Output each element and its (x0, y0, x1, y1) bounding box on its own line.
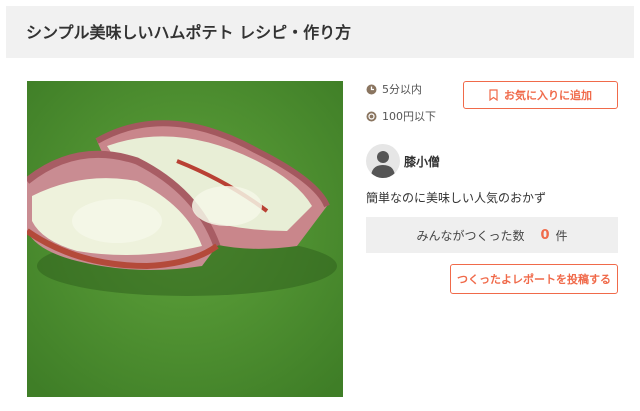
post-report-button[interactable]: つくったよレポートを投稿する (450, 264, 618, 294)
author[interactable]: 膝小僧 (366, 144, 440, 178)
made-count-unit: 件 (555, 228, 568, 243)
page-title: シンプル美味しいハムポテト レシピ・作り方 (26, 23, 352, 42)
author-name[interactable]: 膝小僧 (404, 153, 440, 170)
made-count-value: 0 (540, 227, 550, 243)
recipe-photo (27, 81, 343, 397)
cook-cost-text: 100円以下 (382, 110, 436, 123)
made-count-box: みんながつくった数 0 件 (366, 217, 618, 253)
made-count-label: みんながつくった数 (416, 228, 525, 243)
add-to-favorites-label: お気に入りに追加 (504, 89, 592, 102)
user-avatar-icon[interactable] (366, 144, 400, 178)
title-bar: シンプル美味しいハムポテト レシピ・作り方 (6, 6, 634, 58)
cook-cost: 100円以下 (366, 108, 436, 124)
recipe-description: 簡単なのに美味しい人気のおかず (366, 191, 547, 205)
bookmark-icon (489, 89, 498, 102)
coin-icon (366, 111, 377, 122)
clock-icon (366, 84, 377, 95)
add-to-favorites-button[interactable]: お気に入りに追加 (463, 81, 618, 109)
cook-time: 5分以内 (366, 81, 422, 97)
cook-time-text: 5分以内 (382, 83, 422, 96)
